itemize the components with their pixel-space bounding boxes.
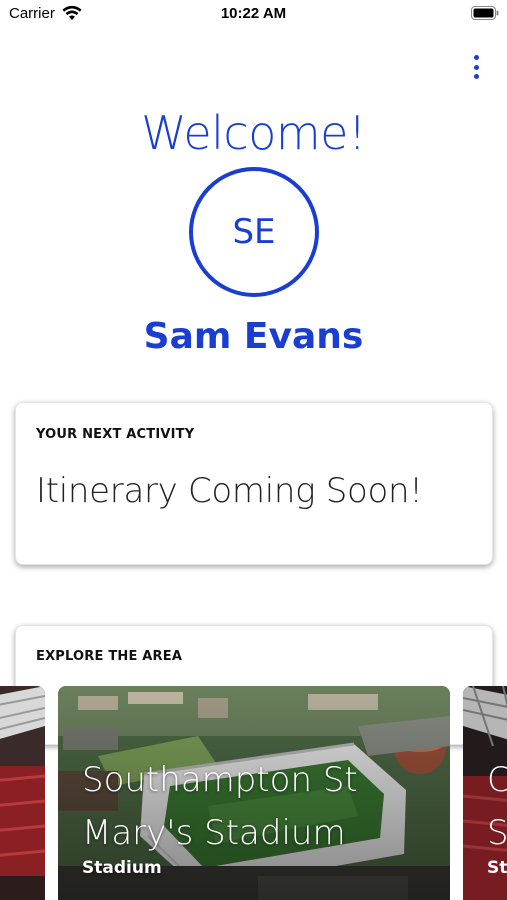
battery-icon	[471, 6, 499, 20]
dot	[473, 74, 479, 79]
place-title-line-1: Southampton St	[82, 760, 358, 800]
place-title-line-1: C	[487, 760, 507, 800]
next-activity-text: Itinerary Coming Soon!	[36, 471, 423, 511]
place-card-next[interactable]: C S St	[463, 686, 507, 900]
place-title: C S	[487, 754, 507, 860]
place-title: Southampton St Mary's Stadium	[82, 754, 358, 860]
more-vertical-icon[interactable]	[464, 52, 488, 82]
explore-carousel[interactable]: Southampton St Mary's Stadium Stadium C …	[0, 686, 507, 900]
user-name: Sam Evans	[143, 316, 364, 357]
place-card[interactable]: Southampton St Mary's Stadium Stadium	[58, 686, 450, 900]
place-card-previous[interactable]	[0, 686, 45, 900]
welcome-title: Welcome!	[141, 106, 366, 160]
dot	[473, 64, 479, 70]
place-title-line-2: S	[487, 813, 507, 853]
status-bar: Carrier 10:22 AM	[0, 0, 507, 30]
stadium-photo	[0, 686, 45, 900]
place-category: Stadium	[82, 858, 162, 878]
avatar[interactable]: SE	[189, 167, 319, 297]
place-title-line-2: Mary's Stadium	[82, 813, 346, 853]
next-activity-card[interactable]: YOUR NEXT ACTIVITY Itinerary Coming Soon…	[15, 402, 493, 565]
status-time: 10:22 AM	[220, 5, 287, 22]
explore-heading: EXPLORE THE AREA	[36, 649, 183, 664]
dot	[473, 55, 479, 60]
next-activity-heading: YOUR NEXT ACTIVITY	[36, 427, 195, 442]
place-category: St	[487, 858, 507, 878]
avatar-initials: SE	[232, 212, 276, 252]
